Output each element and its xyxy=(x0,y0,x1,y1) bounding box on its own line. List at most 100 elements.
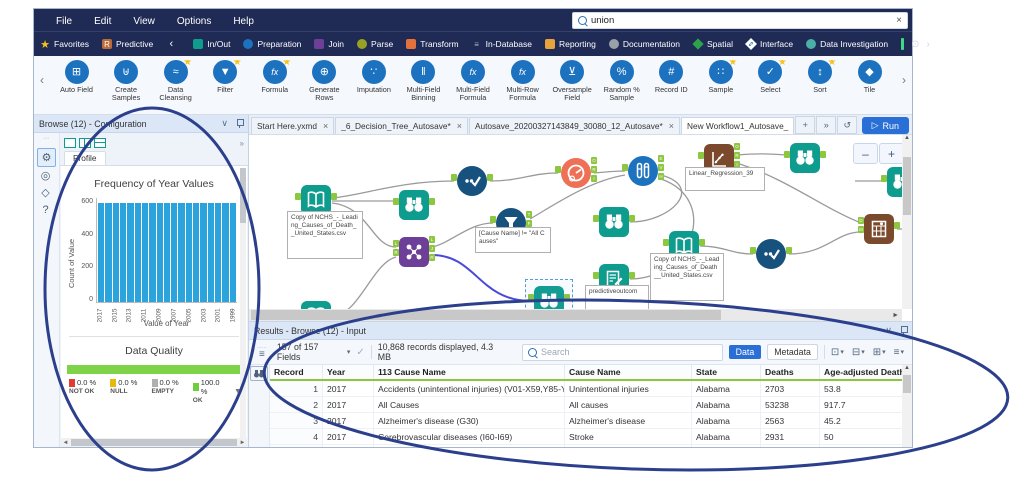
browse-tool[interactable] xyxy=(789,142,821,174)
global-search-value[interactable]: union xyxy=(591,15,614,26)
category-transform[interactable]: Transform xyxy=(406,39,458,49)
category-nav[interactable]: ‹ xyxy=(166,39,180,49)
panel-collapse-icon[interactable]: ∨ xyxy=(885,325,892,336)
category-documentation[interactable]: Documentation xyxy=(609,39,680,49)
category-predictive[interactable]: RPredictive xyxy=(102,39,153,49)
tag-icon[interactable]: ◇ xyxy=(37,184,54,201)
tool-auto-field[interactable]: ⊞Auto Field xyxy=(52,60,101,103)
tool-filter[interactable]: ▼★Filter xyxy=(201,60,250,103)
strip-drag-handle[interactable]: ⋯ xyxy=(43,135,50,142)
category-join[interactable]: Join xyxy=(314,39,344,49)
profile-vertical-scrollbar[interactable] xyxy=(240,168,246,438)
layout-more-icon[interactable]: » xyxy=(240,139,244,148)
tool-formula[interactable]: fx★Formula xyxy=(250,60,299,103)
category-interface[interactable]: ⇕Interface xyxy=(746,39,793,49)
global-search-box[interactable]: union × xyxy=(572,12,908,29)
tool-multi-row-formula[interactable]: fxMulti-Row Formula xyxy=(498,60,547,103)
tool-oversample-field[interactable]: ⊻Oversample Field xyxy=(548,60,597,103)
results-pane-icon[interactable]: ⋯⋯≡ xyxy=(253,345,271,359)
table-row[interactable]: 32017Alzheimer's disease (G30)Alzheimer'… xyxy=(270,413,902,429)
scroll-left-icon[interactable]: ◄ xyxy=(61,440,70,446)
category-preparation[interactable]: Preparation xyxy=(243,39,301,49)
tool-imputation[interactable]: ∵Imputation xyxy=(349,60,398,103)
category-reporting[interactable]: Reporting xyxy=(545,39,596,49)
column-header[interactable]: Deaths xyxy=(761,365,820,380)
tool-data-cleansing[interactable]: ≈★Data Cleansing xyxy=(151,60,200,103)
tool-tile[interactable]: ◆Tile xyxy=(845,60,894,103)
tab-close-icon[interactable]: × xyxy=(669,121,674,131)
zoom-out-button[interactable]: – xyxy=(853,143,878,164)
profile-horizontal-scrollbar[interactable]: ◄ ► xyxy=(61,438,247,447)
scroll-thumb[interactable] xyxy=(71,439,237,446)
layout-single-icon[interactable] xyxy=(64,138,76,148)
column-header[interactable]: State xyxy=(692,365,761,380)
tool-select[interactable]: ✓★Select xyxy=(746,60,795,103)
score-tool[interactable]: DM xyxy=(863,213,895,245)
tool-create-samples[interactable]: ⊎Create Samples xyxy=(102,60,151,103)
tab-profile[interactable]: Profile xyxy=(64,151,106,165)
tool-sample[interactable]: ∷★Sample xyxy=(696,60,745,103)
results-vertical-scrollbar[interactable]: ▲ xyxy=(902,365,912,447)
tool-sort[interactable]: ↕★Sort xyxy=(795,60,844,103)
menu-view[interactable]: View xyxy=(133,16,155,27)
column-header[interactable]: Cause Name xyxy=(565,365,692,380)
menu-help[interactable]: Help xyxy=(233,16,254,27)
scroll-right-icon[interactable]: ► xyxy=(238,440,247,446)
tab-close-icon[interactable]: × xyxy=(457,121,462,131)
menu-file[interactable]: File xyxy=(56,16,72,27)
chevron-right-icon[interactable]: › xyxy=(927,39,930,50)
tab-close-icon[interactable]: × xyxy=(323,121,328,131)
copy-icon[interactable]: ⊡▾ xyxy=(831,347,844,358)
workflow-tab[interactable]: Autosave_20200327143849_30080_12_Autosav… xyxy=(469,117,680,134)
new-tab-button[interactable]: + xyxy=(795,116,815,134)
column-header[interactable]: Record xyxy=(270,365,323,380)
tool-multi-field-binning[interactable]: ‖Multi-Field Binning xyxy=(399,60,448,103)
new-window-icon[interactable]: ⊞▾ xyxy=(873,347,886,358)
pin-icon[interactable] xyxy=(900,326,907,335)
palette-scroll-left-icon[interactable]: ‹ xyxy=(34,60,50,100)
column-header[interactable]: Year xyxy=(323,365,374,380)
browse-tool[interactable] xyxy=(598,206,630,238)
gear-icon[interactable]: ⚙ xyxy=(37,148,56,167)
metadata-view-button[interactable]: Metadata xyxy=(767,344,818,360)
tool-generate-rows[interactable]: ⊕Generate Rows xyxy=(300,60,349,103)
tool-multi-field-formula[interactable]: fxMulti-Field Formula xyxy=(449,60,498,103)
tab-overflow-button[interactable]: » xyxy=(816,116,836,134)
join-tool[interactable]: LRLJR xyxy=(398,236,430,268)
category-inout[interactable]: In/Out xyxy=(193,39,230,49)
column-header[interactable]: Age-adjusted Death Rate xyxy=(820,365,903,380)
workflow-canvas[interactable]: LRLJRTFORIEVHORIDM Copy of NCHS_-_Leadin… xyxy=(249,134,912,321)
association-analysis-tool[interactable]: ORI xyxy=(560,157,592,189)
browse-everywhere-icon[interactable] xyxy=(250,366,268,381)
canvas-horizontal-scrollbar[interactable]: ► xyxy=(249,309,902,321)
target-icon[interactable]: ◎ xyxy=(37,167,54,184)
select-tool[interactable] xyxy=(755,238,787,270)
layout-split-vertical-icon[interactable] xyxy=(79,138,91,148)
category-datainvestigation[interactable]: Data Investigation xyxy=(806,39,888,49)
results-grid[interactable]: RecordYear113 Cause NameCause NameStateD… xyxy=(270,365,902,447)
tool-record-id[interactable]: #Record ID xyxy=(647,60,696,103)
workflow-tab[interactable]: _6_Decision_Tree_Autosave*× xyxy=(335,117,468,134)
select-tool[interactable] xyxy=(456,165,488,197)
browse-tool[interactable] xyxy=(398,189,430,221)
history-button[interactable]: ↺ xyxy=(837,116,857,134)
column-header[interactable]: 113 Cause Name xyxy=(374,365,565,380)
zoom-in-button[interactable]: + xyxy=(879,143,904,164)
layout-split-horizontal-icon[interactable] xyxy=(94,138,106,148)
category-parse[interactable]: Parse xyxy=(357,39,393,49)
workflow-tab[interactable]: New Workflow1_Autosave_ xyxy=(681,117,794,134)
category-spatial[interactable]: Spatial xyxy=(693,39,733,49)
run-button[interactable]: ▷Run xyxy=(862,117,909,134)
help-icon[interactable]: ? xyxy=(37,201,54,218)
results-search-box[interactable]: Search xyxy=(522,344,723,361)
palette-scroll-right-icon[interactable]: › xyxy=(896,60,912,100)
category-indatabase[interactable]: ≡In-Database xyxy=(472,39,532,49)
table-row[interactable]: 22017All CausesAll causesAlabama53238917… xyxy=(270,397,902,413)
menu-edit[interactable]: Edit xyxy=(94,16,111,27)
menu-icon[interactable]: ≡▾ xyxy=(894,347,904,358)
tool-random-sample[interactable]: %Random % Sample xyxy=(597,60,646,103)
search-close-icon[interactable]: × xyxy=(896,15,902,26)
table-row[interactable]: 42017Cerebrovascular diseases (I60-I69)S… xyxy=(270,429,902,445)
workflow-tab[interactable]: Start Here.yxmd× xyxy=(251,117,334,134)
data-view-button[interactable]: Data xyxy=(729,345,762,359)
